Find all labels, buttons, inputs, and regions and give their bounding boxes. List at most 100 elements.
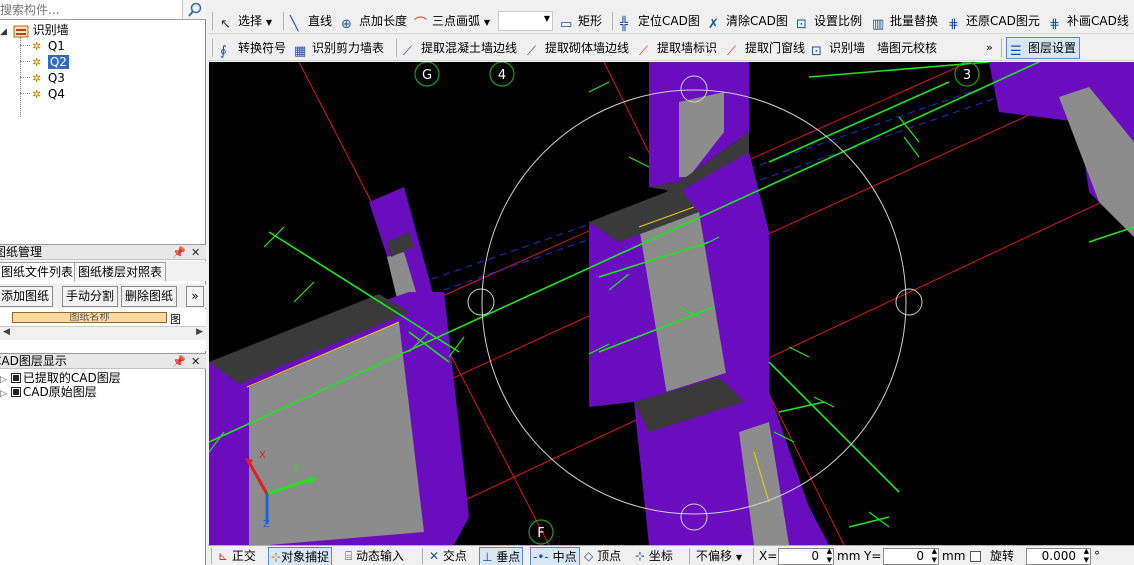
y-label: Y=	[864, 549, 882, 563]
wall-check-button[interactable]: 墙图元校核	[877, 35, 937, 61]
cad-canvas[interactable]: G 4 3 F X Y Z	[209, 62, 1134, 545]
extract-concrete-edge-button[interactable]: ⟋ 提取混凝土墙边线	[403, 35, 517, 61]
expand-icon[interactable]: ▷	[0, 375, 7, 385]
vertex-icon: ◇	[584, 549, 594, 563]
object-snap-toggle[interactable]: ⊹对象捕捉	[268, 547, 333, 565]
x-input[interactable]: 0 ▲ ▼	[778, 547, 834, 565]
point-length-tool[interactable]: ⊕ 点加长度	[341, 8, 407, 34]
search-input[interactable]	[0, 0, 180, 19]
shear-wall-table-button[interactable]: ▦ 识别剪力墙表	[294, 35, 384, 61]
tab-label: 图纸楼层对照表	[78, 265, 163, 279]
layer-checkbox[interactable]	[10, 373, 21, 383]
offset-mode-select[interactable]: 不偏移 ▼	[696, 547, 742, 565]
delete-drawing-button[interactable]: 删除图纸	[121, 286, 178, 307]
intersection-icon: ✕	[429, 549, 440, 563]
batch-replace-button[interactable]: ▥ 批量替换	[872, 8, 938, 34]
restore-cad-button[interactable]: ⋕ 还原CAD图元	[948, 8, 1040, 34]
set-scale-button[interactable]: ⊡ 设置比例	[796, 8, 862, 34]
more-label: »	[986, 41, 993, 54]
layer-label: CAD原始图层	[22, 385, 97, 399]
x-label: X=	[759, 549, 778, 563]
identify-wall-button[interactable]: ⊡ 识别墙	[811, 35, 865, 61]
rotate-value: 0.000	[1041, 549, 1076, 563]
fill-cad-button[interactable]: ⋕ 补画CAD线	[1049, 8, 1129, 34]
pin-icon[interactable]: 📌	[172, 354, 186, 369]
select-tool[interactable]: ↖ 选择 ▼	[220, 8, 272, 34]
extract-door-window-line-button[interactable]: ⟋ 提取门窗线	[727, 35, 805, 61]
more-button[interactable]: »	[186, 286, 204, 307]
tool-label: 图层设置	[1028, 41, 1077, 55]
x-value: 0	[811, 549, 819, 563]
spin-arrows-icon[interactable]: ▲ ▼	[827, 547, 832, 565]
horizontal-scrollbar[interactable]: ◀ ▶	[0, 326, 206, 340]
scroll-left-icon[interactable]: ◀	[3, 327, 10, 337]
collapse-arrow-icon[interactable]: ◢	[0, 24, 9, 40]
arc-option-dropdown[interactable]: ▼	[498, 11, 553, 31]
midpoint-snap[interactable]: -•- 中点	[530, 547, 580, 565]
tree-item-q1[interactable]: ✲ Q1	[32, 38, 65, 54]
pin-icon[interactable]: 📌	[172, 245, 186, 260]
dynamic-input-toggle[interactable]: ⌸ 动态输入	[345, 547, 404, 565]
toolbar-draw: ↖ 选择 ▼ ╲ 直线 ⊕ 点加长度 ⌒ 三点画弧 ▼ ▼ ▭ 矩形 ╬ 定位CAD图 ✗ 清…	[208, 8, 1134, 34]
point-length-icon: ⊕	[341, 17, 352, 32]
close-icon[interactable]: ✕	[191, 245, 200, 260]
grid-header-name[interactable]: 图纸名称	[12, 312, 167, 323]
toolbar-identify: ∮ 转换符号 ▦ 识别剪力墙表 ⟋ 提取混凝土墙边线 ⟋ 提取砌体墙边线 ⟋ 提取墙标识 …	[208, 35, 1134, 61]
midpoint-icon: -•-	[533, 550, 549, 564]
rotate-unit: °	[1094, 549, 1100, 563]
tool-label: 三点画弧	[432, 14, 481, 28]
extract-wall-mark-button[interactable]: ⟋ 提取墙标识	[639, 35, 717, 61]
layer-settings-button[interactable]: ☰ 图层设置	[1006, 37, 1081, 59]
tab-drawing-list[interactable]: 图纸文件列表	[0, 262, 78, 281]
axis-label-3: 3	[963, 68, 971, 83]
component-icon: ✲	[32, 88, 42, 101]
layer-checkbox[interactable]	[10, 387, 21, 397]
search-button[interactable]	[182, 0, 206, 19]
add-drawing-button[interactable]: 添加图纸	[0, 286, 54, 307]
rotate-checkbox[interactable]	[970, 551, 981, 562]
toolbar-more-button[interactable]: »	[986, 35, 993, 61]
line-tool[interactable]: ╲ 直线	[290, 8, 332, 34]
fill-cad-icon: ⋕	[1049, 17, 1060, 32]
clear-cad-button[interactable]: ✗ 清除CAD图	[708, 8, 788, 34]
tab-label: 图纸文件列表	[1, 265, 74, 279]
rectangle-icon: ▭	[560, 17, 573, 32]
ortho-toggle[interactable]: ⊾ 正交	[218, 547, 256, 565]
coordinate-snap[interactable]: ⊹ 坐标	[635, 547, 673, 565]
y-unit: mm	[942, 549, 966, 563]
scroll-right-icon[interactable]: ▶	[196, 327, 203, 337]
tree-root-identify-wall[interactable]: ◢ 识别墙	[0, 22, 69, 38]
spin-arrows-icon[interactable]: ▲ ▼	[932, 547, 937, 565]
tool-label: 转换符号	[238, 41, 287, 55]
layer-item-extracted[interactable]: ▷ 已提取的CAD图层	[0, 371, 121, 386]
tree-item-q2[interactable]: ✲ Q2	[32, 54, 69, 70]
y-input[interactable]: 0 ▲ ▼	[883, 547, 939, 565]
tool-label: 还原CAD图元	[966, 14, 1040, 28]
convert-symbol-button[interactable]: ∮ 转换符号	[220, 35, 286, 61]
tree-item-label: Q4	[47, 87, 65, 101]
extract-line-icon: ⟋	[403, 44, 413, 59]
intersection-snap[interactable]: ✕ 交点	[429, 547, 467, 565]
layer-item-original[interactable]: ▷ CAD原始图层	[0, 385, 97, 400]
extract-masonry-edge-button[interactable]: ⟋ 提取砌体墙边线	[527, 35, 629, 61]
locate-icon: ╬	[620, 17, 628, 32]
vertex-snap[interactable]: ◇ 顶点	[584, 547, 621, 565]
tree-item-q3[interactable]: ✲ Q3	[32, 70, 65, 86]
tab-floor-mapping[interactable]: 图纸楼层对照表	[74, 262, 167, 281]
rect-tool[interactable]: ▭ 矩形	[560, 8, 602, 34]
manual-split-button[interactable]: 手动分割	[62, 286, 119, 307]
search-icon	[188, 2, 202, 17]
panel-title-text: CAD图层显示	[0, 354, 67, 368]
perpendicular-snap[interactable]: ⊥ 垂点	[479, 547, 524, 565]
spin-arrows-icon[interactable]: ▲ ▼	[1084, 547, 1089, 565]
arc-tool[interactable]: ⌒ 三点画弧 ▼	[414, 8, 490, 34]
rotate-input[interactable]: 0.000 ▲ ▼	[1026, 547, 1091, 565]
coordinate-icon: ⊹	[635, 549, 646, 563]
expand-icon[interactable]: ▷	[0, 389, 7, 399]
close-icon[interactable]: ✕	[191, 354, 200, 369]
status-label: 中点	[552, 550, 577, 564]
locate-cad-button[interactable]: ╬ 定位CAD图	[620, 8, 700, 34]
dynamic-input-icon: ⌸	[345, 549, 353, 563]
dropdown-arrow-icon[interactable]: ▼	[544, 14, 550, 23]
tree-item-q4[interactable]: ✲ Q4	[32, 86, 65, 102]
